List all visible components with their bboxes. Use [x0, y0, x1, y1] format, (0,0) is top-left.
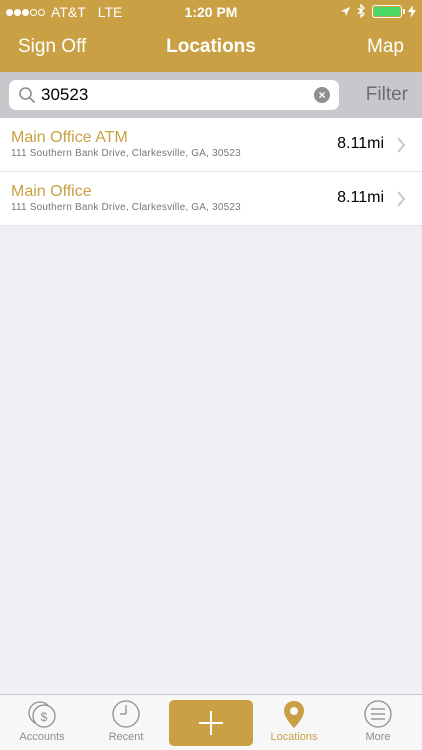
locations-list: Main Office ATM 111 Southern Bank Drive,… — [0, 118, 422, 226]
search-area: × Filter — [0, 72, 422, 118]
battery-icon — [372, 4, 405, 18]
location-row[interactable]: Main Office ATM 111 Southern Bank Drive,… — [0, 118, 422, 172]
tab-recent[interactable]: Recent — [84, 695, 168, 750]
bluetooth-icon — [357, 4, 365, 18]
clock-icon — [112, 700, 140, 728]
search-input[interactable] — [41, 83, 301, 107]
tab-label: Accounts — [19, 731, 65, 743]
location-distance: 8.11mi — [337, 135, 384, 152]
location-address: 111 Southern Bank Drive, Clarkesville, G… — [11, 202, 241, 213]
tab-accounts[interactable]: $ Accounts — [0, 695, 84, 750]
location-name: Main Office — [11, 183, 92, 200]
chevron-right-icon — [397, 191, 406, 207]
location-row[interactable]: Main Office 111 Southern Bank Drive, Cla… — [0, 172, 422, 226]
search-box[interactable]: × — [9, 80, 339, 110]
tab-label: More — [365, 731, 391, 743]
page-title: Locations — [166, 36, 256, 57]
tab-label: Recent — [108, 731, 144, 743]
search-icon — [19, 87, 35, 103]
dollar-coin-icon: $ — [28, 701, 56, 728]
clear-search-icon[interactable]: × — [314, 87, 330, 103]
svg-text:$: $ — [41, 710, 48, 724]
plus-icon — [199, 711, 223, 735]
tab-label: Locations — [270, 731, 318, 743]
location-arrow-icon — [341, 6, 350, 16]
menu-icon — [364, 700, 392, 728]
navigation-bar: Sign Off Locations Map — [0, 24, 422, 72]
filter-button[interactable]: Filter — [366, 84, 408, 106]
location-name: Main Office ATM — [11, 129, 128, 146]
map-pin-icon — [284, 701, 304, 728]
status-right — [340, 4, 416, 18]
charging-bolt-icon — [408, 4, 416, 18]
status-bar: AT&T LTE 1:20 PM — [0, 0, 422, 24]
location-address: 111 Southern Bank Drive, Clarkesville, G… — [11, 148, 241, 159]
chevron-right-icon — [397, 137, 406, 153]
tab-bar: $ Accounts Recent Locations More — [0, 694, 422, 750]
location-distance: 8.11mi — [337, 189, 384, 206]
add-button[interactable] — [169, 700, 253, 746]
tab-more[interactable]: More — [336, 695, 420, 750]
map-button[interactable]: Map — [367, 36, 404, 58]
tab-locations[interactable]: Locations — [252, 695, 336, 750]
